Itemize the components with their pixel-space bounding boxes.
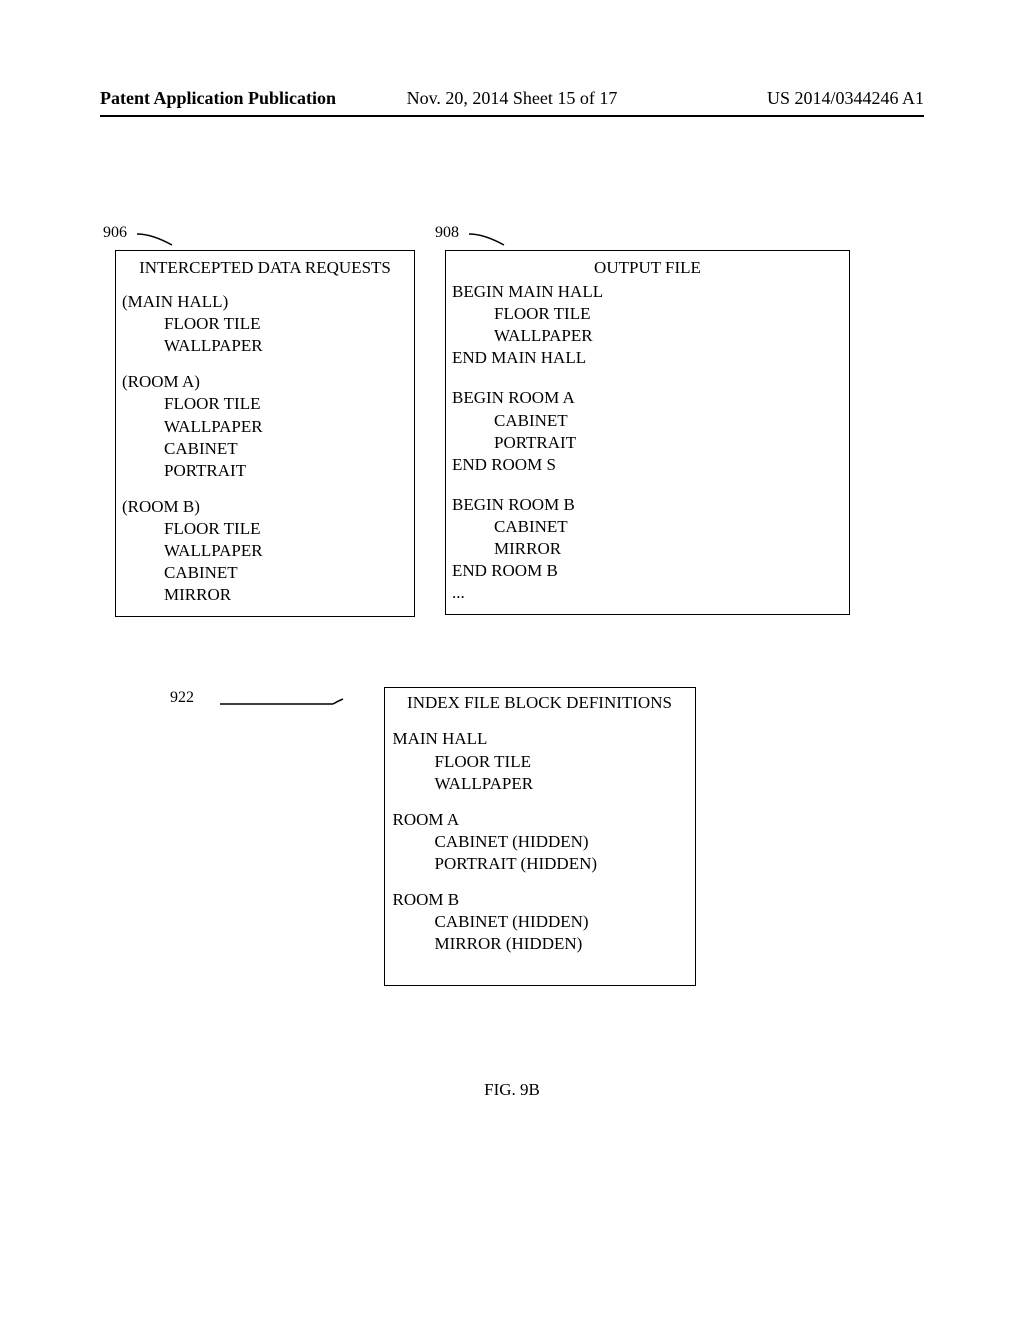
index-item: MIRROR (HIDDEN)	[393, 933, 687, 955]
group-item: CABINET	[122, 438, 408, 460]
group-item: FLOOR TILE	[122, 518, 408, 540]
figure-content: 906 908 INTERCEPTED DATA REQUESTS (MAIN …	[115, 230, 909, 986]
group-item: FLOOR TILE	[122, 313, 408, 335]
group-item: PORTRAIT	[122, 460, 408, 482]
output-line: CABINET	[452, 516, 843, 538]
group-header: (MAIN HALL)	[122, 291, 408, 313]
box-908-title: OUTPUT FILE	[452, 257, 843, 279]
output-line: BEGIN MAIN HALL	[452, 281, 843, 303]
figure-label: FIG. 9B	[0, 1080, 1024, 1100]
output-line: WALLPAPER	[452, 325, 843, 347]
output-blank	[452, 476, 843, 494]
index-group-header: MAIN HALL	[393, 728, 687, 750]
index-item: PORTRAIT (HIDDEN)	[393, 853, 687, 875]
output-line: END MAIN HALL	[452, 347, 843, 369]
index-group-main-hall: MAIN HALL FLOOR TILE WALLPAPER	[393, 728, 687, 794]
output-blank	[452, 369, 843, 387]
intercepted-data-requests-box: INTERCEPTED DATA REQUESTS (MAIN HALL) FL…	[115, 250, 415, 617]
group-item: WALLPAPER	[122, 416, 408, 438]
output-line: ...	[452, 582, 843, 604]
callout-908-number: 908	[435, 224, 459, 242]
output-line: BEGIN ROOM B	[452, 494, 843, 516]
index-item: CABINET (HIDDEN)	[393, 831, 687, 853]
group-main-hall: (MAIN HALL) FLOOR TILE WALLPAPER	[122, 291, 408, 357]
boxes-row: INTERCEPTED DATA REQUESTS (MAIN HALL) FL…	[115, 250, 909, 617]
group-item: FLOOR TILE	[122, 393, 408, 415]
index-section: 922 INDEX FILE BLOCK DEFINITIONS MAIN HA…	[115, 687, 909, 986]
output-line: BEGIN ROOM A	[452, 387, 843, 409]
output-file-box: OUTPUT FILE BEGIN MAIN HALL FLOOR TILE W…	[445, 250, 850, 615]
group-item: CABINET	[122, 562, 408, 584]
group-header: (ROOM B)	[122, 496, 408, 518]
group-room-b: (ROOM B) FLOOR TILE WALLPAPER CABINET MI…	[122, 496, 408, 606]
header-right: US 2014/0344246 A1	[767, 88, 924, 109]
output-line: MIRROR	[452, 538, 843, 560]
output-line: CABINET	[452, 410, 843, 432]
header-rule	[100, 115, 924, 117]
output-line: FLOOR TILE	[452, 303, 843, 325]
index-file-block-definitions-box: INDEX FILE BLOCK DEFINITIONS MAIN HALL F…	[384, 687, 696, 986]
group-header: (ROOM A)	[122, 371, 408, 393]
index-item: WALLPAPER	[393, 773, 687, 795]
callout-922-line	[220, 697, 345, 709]
output-line: END ROOM S	[452, 454, 843, 476]
box-922-title: INDEX FILE BLOCK DEFINITIONS	[393, 692, 687, 714]
index-item: CABINET (HIDDEN)	[393, 911, 687, 933]
box-906-title: INTERCEPTED DATA REQUESTS	[122, 257, 408, 279]
header-left: Patent Application Publication	[100, 88, 336, 109]
group-room-a: (ROOM A) FLOOR TILE WALLPAPER CABINET PO…	[122, 371, 408, 481]
index-group-header: ROOM B	[393, 889, 687, 911]
index-group-room-a: ROOM A CABINET (HIDDEN) PORTRAIT (HIDDEN…	[393, 809, 687, 875]
index-item: FLOOR TILE	[393, 751, 687, 773]
callout-922-number: 922	[170, 689, 194, 707]
header-center: Nov. 20, 2014 Sheet 15 of 17	[407, 88, 618, 109]
group-item: WALLPAPER	[122, 335, 408, 357]
group-item: WALLPAPER	[122, 540, 408, 562]
callout-908-line	[469, 232, 509, 247]
page-header: Patent Application Publication Nov. 20, …	[0, 88, 1024, 109]
callout-906-line	[137, 232, 177, 247]
index-group-header: ROOM A	[393, 809, 687, 831]
index-group-room-b: ROOM B CABINET (HIDDEN) MIRROR (HIDDEN)	[393, 889, 687, 955]
output-line: PORTRAIT	[452, 432, 843, 454]
callout-906-number: 906	[103, 224, 127, 242]
group-item: MIRROR	[122, 584, 408, 606]
output-line: END ROOM B	[452, 560, 843, 582]
